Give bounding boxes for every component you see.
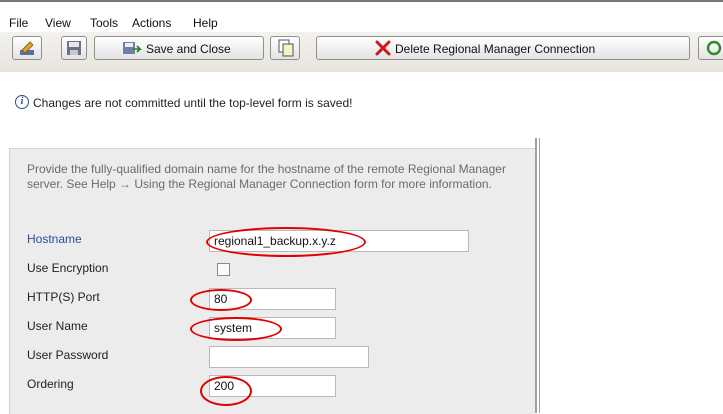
help-text: Provide the fully-qualified domain name … <box>27 162 506 191</box>
refresh-icon <box>706 40 722 56</box>
hostname-input[interactable]: regional1_backup.x.y.z <box>209 230 469 252</box>
user-password-label: User Password <box>27 348 109 362</box>
save-and-close-label: Save and Close <box>146 42 231 56</box>
menu-tools[interactable]: Tools <box>90 16 118 30</box>
port-input[interactable]: 80 <box>209 288 336 310</box>
edit-icon <box>20 41 34 55</box>
floppy-disk-icon <box>67 41 81 55</box>
menu-bar: File View Tools Actions Help <box>0 2 723 32</box>
user-password-input[interactable] <box>209 346 369 368</box>
user-name-label: User Name <box>27 319 88 333</box>
save-button[interactable] <box>61 36 87 60</box>
copy-icon <box>278 39 294 57</box>
refresh-button[interactable] <box>698 36 723 60</box>
notice-text: Changes are not committed until the top-… <box>33 96 353 110</box>
user-name-input[interactable]: system <box>209 317 336 339</box>
info-icon: i <box>15 95 29 109</box>
save-close-icon <box>123 42 142 54</box>
menu-file[interactable]: File <box>9 16 28 30</box>
use-encryption-checkbox[interactable] <box>217 263 230 276</box>
ordering-input[interactable]: 200 <box>209 375 336 397</box>
save-and-close-button[interactable]: Save and Close <box>94 36 264 60</box>
splitter[interactable] <box>535 138 537 413</box>
toolbar: Save and Close Delete Regional Manager C… <box>0 32 723 73</box>
ordering-label: Ordering <box>27 377 74 391</box>
port-label: HTTP(S) Port <box>27 290 100 304</box>
menu-actions[interactable]: Actions <box>132 16 171 30</box>
delete-label: Delete Regional Manager Connection <box>395 42 596 56</box>
menu-view[interactable]: View <box>45 16 71 30</box>
copy-button[interactable] <box>270 36 300 60</box>
delete-regional-manager-connection-button[interactable]: Delete Regional Manager Connection <box>316 36 690 60</box>
notice-bar: i Changes are not committed until the to… <box>0 72 723 128</box>
connection-form-panel: Provide the fully-qualified domain name … <box>9 148 535 414</box>
splitter-edge <box>539 138 540 413</box>
delete-x-icon <box>375 40 391 56</box>
use-encryption-label: Use Encryption <box>27 261 109 275</box>
edit-button[interactable] <box>12 36 42 60</box>
hostname-label: Hostname <box>27 232 82 246</box>
menu-help[interactable]: Help <box>193 16 218 30</box>
